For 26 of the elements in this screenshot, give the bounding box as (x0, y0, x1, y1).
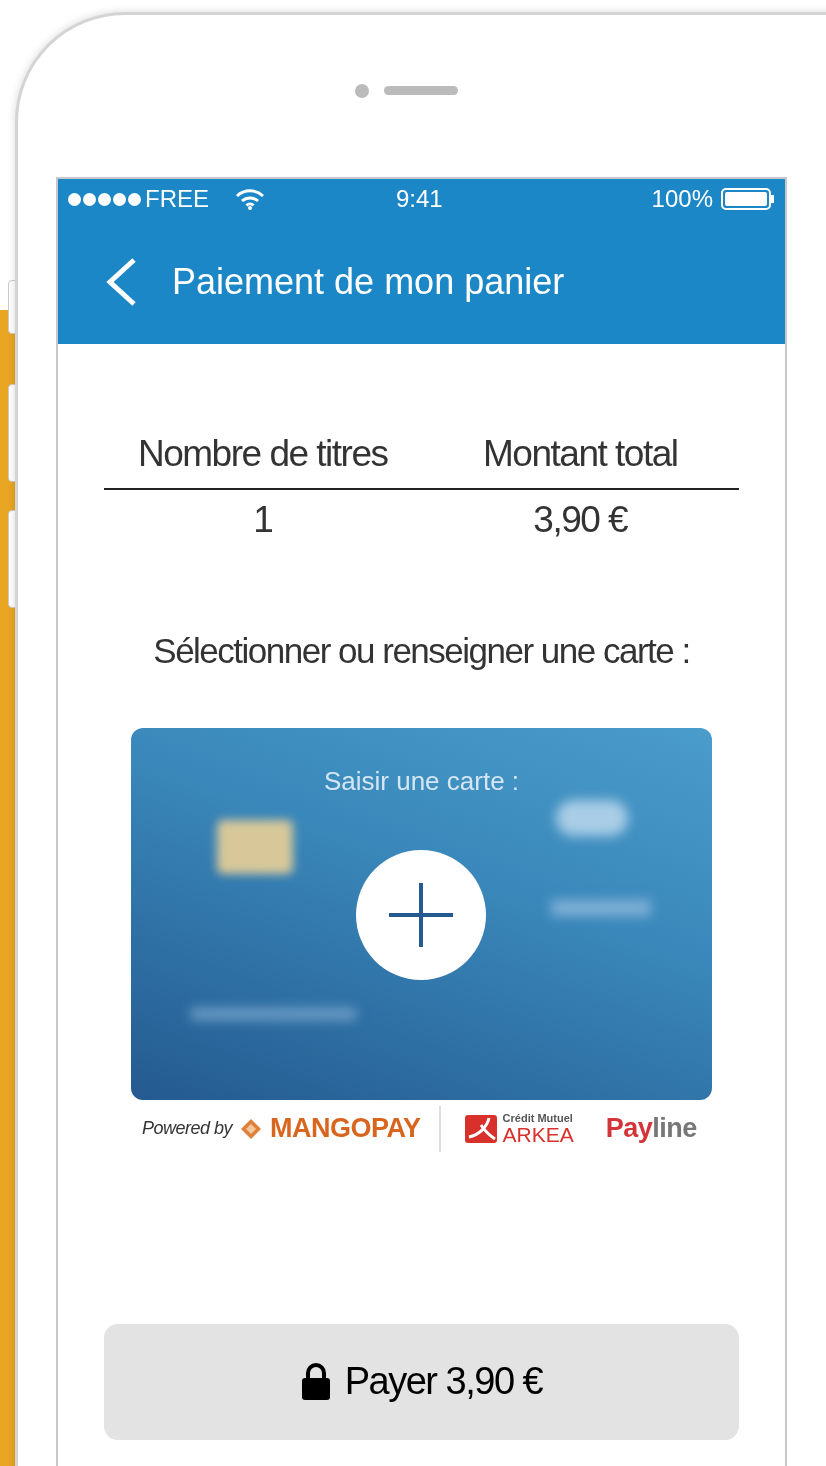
battery-icon (721, 188, 775, 210)
status-time: 9:41 (396, 184, 443, 214)
carrier-name: FREE (145, 184, 209, 214)
brand-subtitle: Crédit Mutuel (502, 1112, 574, 1124)
bank-logo-icon (464, 1114, 497, 1143)
battery-level: 100% (651, 184, 713, 214)
add-icon (356, 849, 486, 980)
powered-by-text: Powered by (142, 1117, 233, 1140)
wifi-icon (235, 188, 265, 210)
column-heading: Nombre de titres (137, 432, 389, 476)
signal-icon (68, 192, 141, 206)
brand-name: MANGOPAY (270, 1112, 421, 1146)
diamond-logo-icon (240, 1117, 263, 1140)
column-heading: Montant total (482, 432, 679, 476)
brand-name: Payline (605, 1112, 697, 1146)
card-logo-drawing (556, 799, 628, 836)
brand-name: ARKEA (502, 1123, 574, 1145)
table-cell-text: 1 (252, 497, 274, 542)
pay-button[interactable]: Payer 3,90 € (104, 1323, 739, 1440)
lock-icon (300, 1362, 331, 1401)
card-label: Saisir une carte : (322, 764, 521, 798)
table-cell-text: 3,90 € (532, 497, 629, 542)
speaker-icon (384, 86, 458, 95)
card-prompt: Sélectionner ou renseigner une carte : (152, 630, 691, 672)
back-icon[interactable] (104, 256, 138, 307)
screen-title: Paiement de mon panier (172, 259, 565, 304)
